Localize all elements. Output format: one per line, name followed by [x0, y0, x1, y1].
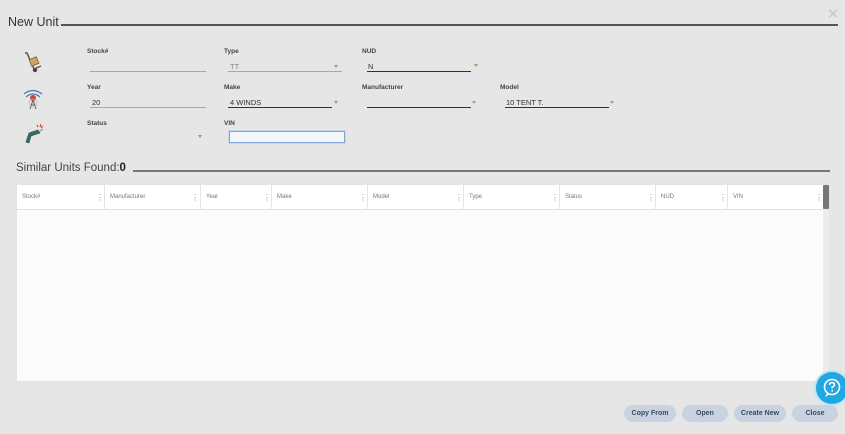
grid-header: Stock# ⋮ Manufacturer ⋮ Year ⋮ Make ⋮ Mo…: [17, 185, 825, 210]
column-label: Manufacturer: [110, 194, 146, 200]
similar-units-count: 0: [119, 162, 126, 174]
stock-underline: [90, 71, 206, 72]
column-label: Type: [469, 194, 483, 200]
vertical-dots-icon[interactable]: ⋮: [647, 193, 655, 202]
make-underline: [228, 107, 332, 108]
vin-input[interactable]: [228, 130, 346, 144]
status-label: Status: [87, 120, 107, 127]
stock-label: Stock#: [87, 48, 109, 55]
column-label: NUD: [661, 194, 674, 200]
column-header-manufacturer[interactable]: Manufacturer ⋮: [105, 185, 201, 210]
column-label: Status: [565, 194, 583, 200]
vertical-dots-icon[interactable]: ⋮: [551, 193, 559, 202]
column-label: Stock#: [22, 194, 41, 200]
column-header-model[interactable]: Model ⋮: [368, 185, 464, 210]
vin-label: VIN: [224, 120, 235, 127]
column-label: Year: [206, 194, 219, 200]
hand-truck-icon: [25, 52, 42, 73]
year-underline: [90, 107, 206, 108]
model-label: Model: [500, 84, 519, 91]
column-header-vin[interactable]: VIN ⋮: [728, 185, 825, 210]
similar-units-grid: Stock# ⋮ Manufacturer ⋮ Year ⋮ Make ⋮ Mo…: [16, 184, 830, 382]
column-header-nud[interactable]: NUD ⋮: [656, 185, 728, 210]
nud-value[interactable]: N: [368, 62, 373, 71]
nud-underline: [367, 71, 471, 72]
year-value[interactable]: 20: [92, 98, 100, 107]
column-header-make[interactable]: Make ⋮: [272, 185, 368, 210]
column-header-stock[interactable]: Stock# ⋮: [17, 185, 105, 210]
title-divider: [61, 24, 838, 26]
copy-from-button[interactable]: Copy From: [624, 405, 676, 422]
vertical-dots-icon[interactable]: ⋮: [359, 193, 367, 202]
year-label: Year: [87, 84, 101, 91]
type-label: Type: [224, 48, 239, 55]
create-new-button[interactable]: Create New: [734, 405, 786, 422]
type-value[interactable]: TT: [230, 62, 239, 71]
column-label: Make: [277, 194, 292, 200]
vertical-dots-icon[interactable]: ⋮: [455, 193, 463, 202]
caret-down-icon[interactable]: [610, 101, 614, 104]
model-value[interactable]: 10 TENT T.: [506, 98, 544, 107]
help-chat-icon: [823, 378, 841, 397]
close-button[interactable]: Close: [792, 405, 838, 422]
vertical-dots-icon[interactable]: ⋮: [191, 193, 199, 202]
column-header-type[interactable]: Type ⋮: [464, 185, 560, 210]
caret-down-icon[interactable]: [198, 135, 202, 138]
vertical-dots-icon[interactable]: ⋮: [263, 193, 271, 202]
drill-icon: [25, 123, 44, 144]
vertical-dots-icon[interactable]: ⋮: [719, 193, 727, 202]
dialog-title: New Unit: [8, 15, 59, 29]
column-header-status[interactable]: Status ⋮: [560, 185, 656, 210]
help-chat-button[interactable]: [816, 372, 845, 404]
vertical-dots-icon[interactable]: ⋮: [96, 193, 104, 202]
section-divider: [133, 170, 830, 172]
open-button[interactable]: Open: [682, 405, 728, 422]
make-value[interactable]: 4 WINDS: [230, 98, 261, 107]
column-label: VIN: [733, 194, 744, 200]
caret-down-icon[interactable]: [334, 101, 338, 104]
caret-down-icon[interactable]: [474, 64, 478, 67]
nud-label: NUD: [362, 48, 377, 55]
similar-units-heading: Similar Units Found:0: [16, 162, 126, 174]
column-header-year[interactable]: Year ⋮: [201, 185, 272, 210]
grid-scrollbar-thumb[interactable]: [823, 185, 829, 209]
model-underline: [505, 107, 609, 108]
vertical-dots-icon[interactable]: ⋮: [815, 193, 823, 202]
manufacturer-underline: [367, 107, 471, 108]
type-underline: [228, 71, 342, 72]
caret-down-icon[interactable]: [334, 65, 338, 68]
close-icon[interactable]: ✕: [826, 7, 840, 22]
column-label: Model: [373, 194, 390, 200]
manufacturer-label: Manufacturer: [362, 84, 404, 91]
similar-units-label: Similar Units Found:: [16, 162, 120, 174]
grid-scrollbar[interactable]: [823, 185, 829, 381]
make-label: Make: [224, 84, 241, 91]
caret-down-icon[interactable]: [472, 101, 476, 104]
transmission-tower-icon: [23, 89, 43, 110]
